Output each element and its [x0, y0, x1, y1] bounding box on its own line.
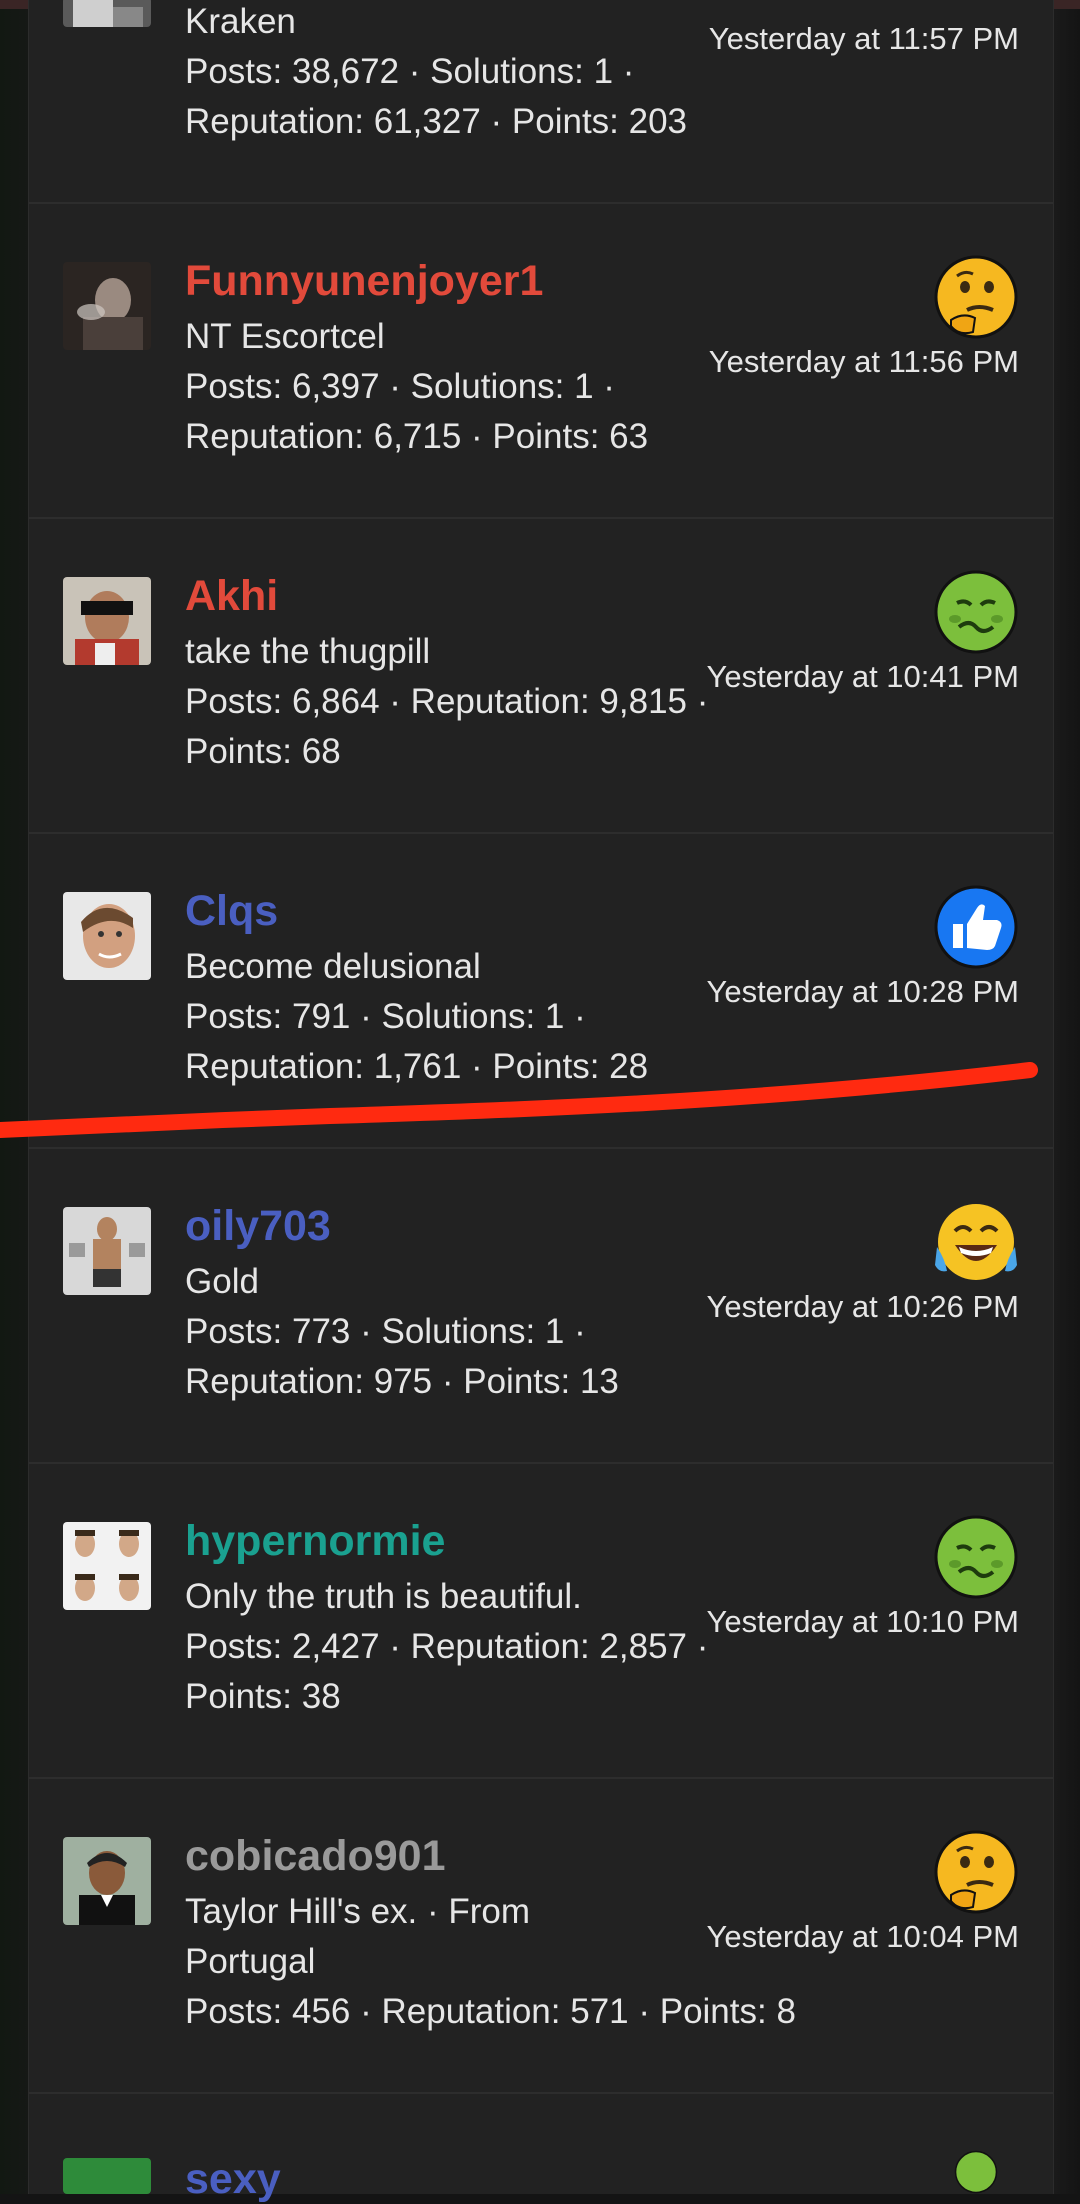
reaction-time[interactable]: Yesterday at 11:56 PM — [709, 344, 1019, 380]
thinking-face-icon — [933, 0, 1019, 1]
username-link[interactable]: Akhi — [185, 571, 278, 621]
reaction-time[interactable]: Yesterday at 11:57 PM — [709, 21, 1019, 57]
avatar[interactable] — [63, 577, 151, 665]
nauseated-face-icon — [954, 2150, 998, 2194]
username-link[interactable]: oily703 — [185, 1201, 331, 1251]
user-title: Taylor Hill's ex. · From Portugal — [185, 1892, 531, 1981]
avatar[interactable] — [63, 1837, 151, 1925]
user-stats: Posts: 773 · Solutions: 1 · Reputation: … — [185, 1312, 619, 1401]
tears-of-joy-icon — [935, 1204, 1017, 1280]
user-stats: Posts: 791 · Solutions: 1 · Reputation: … — [185, 997, 649, 1086]
avatar[interactable] — [63, 892, 151, 980]
avatar[interactable] — [63, 2158, 151, 2194]
list-item[interactable]: Kraken Posts: 38,672 · Solutions: 1 · Re… — [29, 0, 1053, 204]
thinking-face-icon — [934, 1830, 1018, 1914]
username-link[interactable]: Clqs — [185, 886, 278, 936]
user-stats: Posts: 6,864 · Reputation: 9,815 · Point… — [185, 682, 709, 771]
user-title: NT Escortcel — [185, 317, 385, 356]
user-stats: Posts: 456 · Reputation: 571 · Points: 8 — [185, 1992, 796, 2031]
reactions-list: Kraken Posts: 38,672 · Solutions: 1 · Re… — [28, 0, 1054, 2203]
list-item[interactable]: Akhi take the thugpill Posts: 6,864 · Re… — [29, 519, 1053, 834]
reaction-time[interactable]: Yesterday at 10:10 PM — [707, 1604, 1020, 1640]
list-item[interactable]: Funnyunenjoyer1 NT Escortcel Posts: 6,39… — [29, 204, 1053, 519]
reaction-time[interactable]: Yesterday at 10:26 PM — [707, 1289, 1020, 1325]
user-title: Gold — [185, 1262, 259, 1301]
reaction-time[interactable]: Yesterday at 10:41 PM — [707, 659, 1020, 695]
user-title: Become delusional — [185, 947, 481, 986]
user-title: take the thugpill — [185, 632, 431, 671]
nauseated-face-icon — [934, 570, 1018, 654]
list-item[interactable]: sexy — [29, 2094, 1053, 2203]
user-stats: Posts: 38,672 · Solutions: 1 · Reputatio… — [185, 52, 688, 141]
avatar[interactable] — [63, 1522, 151, 1610]
nauseated-face-icon — [934, 1515, 1018, 1599]
avatar[interactable] — [63, 262, 151, 350]
list-item[interactable]: cobicado901 Taylor Hill's ex. · From Por… — [29, 1779, 1053, 2094]
username-link[interactable]: cobicado901 — [185, 1831, 446, 1881]
thinking-face-icon — [934, 255, 1018, 339]
list-item[interactable]: Clqs Become delusional Posts: 791 · Solu… — [29, 834, 1053, 1149]
reaction-time[interactable]: Yesterday at 10:04 PM — [707, 1919, 1020, 1955]
username-link[interactable]: sexy — [185, 2154, 281, 2204]
list-item[interactable]: hypernormie Only the truth is beautiful.… — [29, 1464, 1053, 1779]
username-link[interactable]: Funnyunenjoyer1 — [185, 256, 543, 306]
list-item[interactable]: oily703 Gold Posts: 773 · Solutions: 1 ·… — [29, 1149, 1053, 1464]
user-stats: Posts: 2,427 · Reputation: 2,857 · Point… — [185, 1627, 709, 1716]
user-stats: Posts: 6,397 · Solutions: 1 · Reputation… — [185, 367, 649, 456]
username-link[interactable]: hypernormie — [185, 1516, 445, 1566]
avatar[interactable] — [63, 1207, 151, 1295]
reaction-time[interactable]: Yesterday at 10:28 PM — [707, 974, 1020, 1010]
user-title: Only the truth is beautiful. — [185, 1577, 582, 1616]
thumbs-up-icon — [934, 885, 1018, 969]
user-title: Kraken — [185, 2, 296, 41]
avatar[interactable] — [63, 0, 151, 27]
